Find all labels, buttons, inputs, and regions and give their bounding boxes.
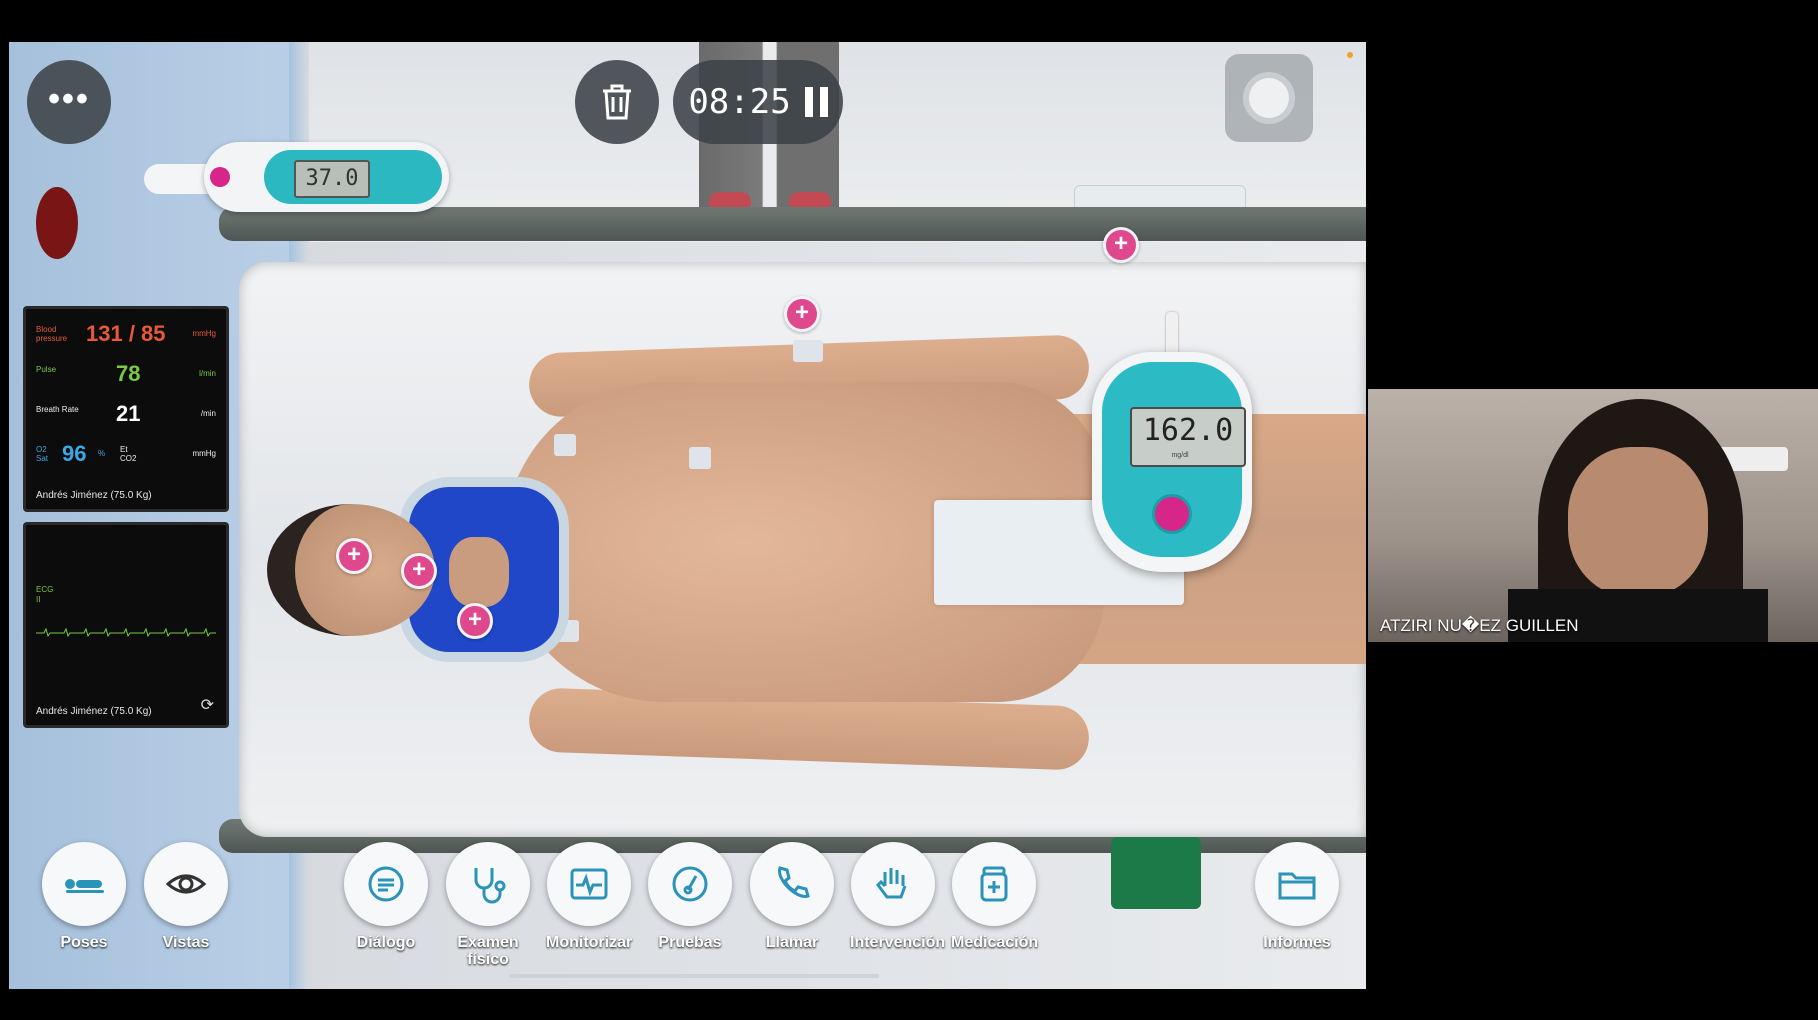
glucometer-strip	[1166, 312, 1178, 357]
etco2-label: Et CO2	[120, 445, 137, 463]
pulse-label: Pulse	[36, 365, 57, 374]
patient-neck	[449, 537, 509, 607]
monitorizar-circle[interactable]	[547, 842, 631, 926]
medicacion-circle[interactable]	[952, 842, 1036, 926]
bed-rail-top	[219, 207, 1366, 241]
monitorizar-label: Monitorizar	[546, 934, 633, 951]
llamar-circle[interactable]	[750, 842, 834, 926]
glucometer-button[interactable]	[1155, 497, 1189, 531]
o2-unit: %	[98, 449, 106, 458]
chat-bubble-icon	[368, 866, 404, 902]
medicacion-button[interactable]: Medicación	[951, 842, 1039, 951]
eye-icon	[165, 874, 207, 894]
folder-icon	[1278, 872, 1316, 900]
ecg-lead: II	[36, 595, 41, 604]
ecg-title: ECG	[36, 585, 54, 594]
patient-lying-icon	[65, 879, 104, 893]
participant-face	[1568, 447, 1708, 597]
trash-icon	[603, 84, 631, 120]
pause-icon[interactable]	[804, 87, 828, 117]
examen-label: Examen físico	[457, 934, 519, 968]
intervencion-circle[interactable]	[851, 842, 935, 926]
examen-circle[interactable]	[446, 842, 530, 926]
o2-value: 96	[62, 441, 87, 466]
vistas-circle[interactable]	[144, 842, 228, 926]
intervencion-button[interactable]: Intervención	[850, 842, 946, 951]
ecg-patient-name: Andrés Jiménez (75.0 Kg)	[36, 706, 152, 717]
stethoscope-icon	[474, 868, 506, 904]
bp-label: Blood pressure	[36, 325, 68, 343]
examen-button[interactable]: Examen físico	[445, 842, 531, 968]
ecg-label: ECG II	[36, 585, 53, 605]
rotate-icon[interactable]: ⟳	[201, 695, 214, 715]
llamar-label: Llamar	[765, 934, 819, 951]
vistas-button[interactable]: Vistas	[143, 842, 229, 951]
poses-button[interactable]: Poses	[41, 842, 127, 951]
bp-unit: mmHg	[192, 329, 216, 338]
o2-label: O2 Sat	[36, 445, 49, 463]
phone-icon	[778, 866, 810, 898]
pruebas-circle[interactable]	[648, 842, 732, 926]
medicacion-label: Medicación	[951, 934, 1039, 951]
glucometer[interactable]: 162.0 mg/dl	[1092, 312, 1252, 572]
informes-circle[interactable]	[1255, 842, 1339, 926]
status-dot	[1347, 52, 1353, 58]
suction-device	[1111, 837, 1201, 909]
pulse-value: 78	[116, 361, 141, 386]
add-device-marker-neck[interactable]: +	[401, 553, 437, 589]
add-device-marker-iv[interactable]: +	[1103, 227, 1139, 263]
poses-label: Poses	[60, 934, 108, 951]
iv-catheter	[793, 340, 823, 362]
add-device-marker-arm[interactable]: +	[784, 296, 820, 332]
bp-value: 131 / 85	[86, 321, 166, 346]
simulation-viewport: + + + + + 37.0 162.0 mg/dl ••• 08:25 Blo…	[9, 42, 1366, 989]
gauge-icon	[672, 866, 708, 902]
dialogo-label: Diálogo	[356, 934, 416, 951]
ecg-electrode	[689, 447, 711, 469]
more-options-button[interactable]: •••	[27, 60, 111, 144]
intervencion-label: Intervención	[850, 934, 946, 951]
pruebas-button[interactable]: Pruebas	[647, 842, 733, 951]
participant-name: ATZIRI NU�EZ GUILLEN	[1380, 616, 1579, 635]
pruebas-label: Pruebas	[658, 934, 722, 951]
glucometer-unit: mg/dl	[1171, 452, 1189, 459]
ecg-electrode	[557, 620, 579, 642]
llamar-button[interactable]: Llamar	[749, 842, 835, 951]
dialogo-button[interactable]: Diálogo	[343, 842, 429, 951]
breath-label: Breath Rate	[36, 405, 79, 414]
vital-signs-monitor[interactable]: Blood pressure 131 / 85 mmHg Pulse 78 l/…	[23, 306, 229, 512]
timer-value: 08:25	[688, 82, 791, 122]
ellipsis-icon: •••	[48, 80, 90, 118]
alarm-light	[36, 187, 78, 259]
thermometer-reading: 37.0	[294, 160, 370, 198]
delete-button[interactable]	[575, 60, 659, 144]
dialogo-circle[interactable]	[344, 842, 428, 926]
breath-value: 21	[116, 401, 141, 426]
ecg-electrode	[554, 434, 576, 456]
ecg-monitor[interactable]: ECG II Andrés Jiménez (75.0 Kg) ⟳	[23, 522, 229, 728]
ecg-waveform	[36, 627, 216, 638]
record-icon	[1249, 78, 1289, 118]
heart-monitor-icon	[570, 868, 608, 900]
poses-circle[interactable]	[42, 842, 126, 926]
vistas-label: Vistas	[162, 934, 210, 951]
informes-label: Informes	[1263, 934, 1331, 951]
webcam-tile[interactable]: ATZIRI NU�EZ GUILLEN	[1368, 389, 1818, 642]
patient-name: Andrés Jiménez (75.0 Kg)	[36, 490, 152, 501]
medicine-jar-icon	[980, 866, 1008, 902]
thermometer[interactable]: 37.0	[144, 142, 449, 212]
breath-unit: /min	[200, 409, 216, 418]
pulse-unit: l/min	[199, 369, 216, 378]
toolbar-scrollbar[interactable]	[509, 974, 879, 978]
add-device-marker-chest[interactable]: +	[457, 603, 493, 639]
session-timer[interactable]: 08:25	[673, 60, 843, 144]
hand-icon	[876, 868, 907, 899]
monitorizar-button[interactable]: Monitorizar	[546, 842, 632, 951]
etco2-unit: mmHg	[192, 449, 216, 458]
thermometer-button[interactable]	[210, 167, 230, 187]
informes-button[interactable]: Informes	[1254, 842, 1340, 951]
add-device-marker-face[interactable]: +	[336, 538, 372, 574]
record-button[interactable]	[1225, 54, 1313, 142]
